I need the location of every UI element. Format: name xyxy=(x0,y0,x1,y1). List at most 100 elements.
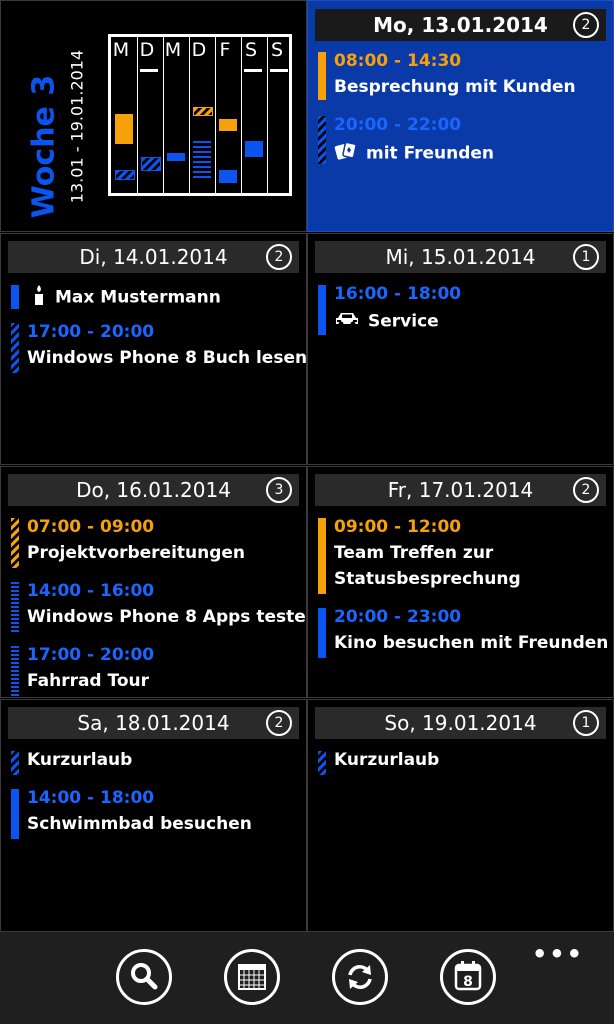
event-title: Kurzurlaub xyxy=(334,750,440,770)
event-time: 16:00 - 18:00 xyxy=(334,284,462,304)
weekday-letter: F xyxy=(219,39,231,61)
search-icon xyxy=(131,963,158,990)
sync-icon xyxy=(348,965,372,989)
day-header: Mo, 13.01.2014 2 xyxy=(315,9,606,41)
mini-event xyxy=(193,107,213,116)
event-item[interactable]: 20:00 - 22:00 mit Freunden xyxy=(318,113,607,169)
today-number: 8 xyxy=(463,974,473,990)
weekday-letter: D xyxy=(139,39,155,61)
event-title: Projektvorbereitungen xyxy=(27,543,246,563)
event-item[interactable]: 17:00 - 20:00 Windows Phone 8 Buch lesen xyxy=(11,320,307,376)
event-time: 14:00 - 16:00 xyxy=(27,581,155,601)
mini-event xyxy=(167,153,185,161)
mini-marker xyxy=(140,69,158,72)
mini-marker xyxy=(244,69,262,72)
day-tile-saturday[interactable]: Sa, 18.01.2014 2 Kurzurlaub 14:00 - 18:0… xyxy=(0,699,307,932)
event-title: Besprechung mit Kunden xyxy=(334,77,576,97)
event-title: mit Freunden xyxy=(366,143,495,164)
event-color-bar xyxy=(318,751,326,775)
day-header: So, 19.01.2014 1 xyxy=(315,707,606,739)
event-item[interactable]: 09:00 - 12:00 Team Treffen zur Statusbes… xyxy=(318,515,607,597)
app-bar: 8 ••• xyxy=(0,932,614,1024)
day-title: Fr, 17.01.2014 xyxy=(387,478,534,502)
event-color-bar xyxy=(11,646,19,696)
event-count-badge: 1 xyxy=(573,710,599,736)
event-item[interactable]: Max Mustermann xyxy=(11,282,300,312)
today-button[interactable]: 8 xyxy=(440,949,496,1005)
event-color-bar xyxy=(318,518,326,594)
search-button[interactable] xyxy=(116,949,172,1005)
mini-event xyxy=(115,114,133,144)
day-tile-tuesday[interactable]: Di, 14.01.2014 2 Max Mustermann 17:00 - … xyxy=(0,233,307,465)
week-tile[interactable]: Woche 3 13.01 - 19.01.2014 M D M D F S S xyxy=(0,0,307,232)
today-calendar-icon: 8 xyxy=(454,961,482,991)
event-item[interactable]: 17:00 - 20:00 Fahrrad Tour xyxy=(11,643,300,699)
event-count-badge: 1 xyxy=(573,244,599,270)
mini-event xyxy=(245,141,263,157)
event-time: 20:00 - 22:00 xyxy=(334,115,462,135)
day-tile-sunday[interactable]: So, 19.01.2014 1 Kurzurlaub xyxy=(307,699,614,932)
event-color-bar xyxy=(11,323,19,373)
day-tile-monday[interactable]: Mo, 13.01.2014 2 08:00 - 14:30 Besprechu… xyxy=(307,0,614,232)
event-title: Windows Phone 8 Buch lesen xyxy=(27,348,308,368)
event-color-bar xyxy=(11,285,19,309)
day-title: Sa, 18.01.2014 xyxy=(77,711,230,735)
event-title: Windows Phone 8 Apps testen xyxy=(27,607,318,627)
day-header: Mi, 15.01.2014 1 xyxy=(315,241,606,273)
event-item[interactable]: 14:00 - 18:00 Schwimmbad besuchen xyxy=(11,786,300,842)
weekday-letter: D xyxy=(191,39,207,61)
playing-cards-icon xyxy=(334,141,358,166)
event-item[interactable]: Kurzurlaub xyxy=(11,748,300,778)
event-item[interactable]: 07:00 - 09:00 Projektvorbereitungen xyxy=(11,515,300,571)
day-title: Mi, 15.01.2014 xyxy=(385,245,536,269)
event-count-badge: 2 xyxy=(266,710,292,736)
event-item[interactable]: 08:00 - 14:30 Besprechung mit Kunden xyxy=(318,49,607,105)
event-color-bar xyxy=(11,582,19,632)
month-view-button[interactable] xyxy=(224,949,280,1005)
event-title-line2: Statusbesprechung xyxy=(334,569,521,589)
weekday-letter: M xyxy=(164,39,182,61)
day-title: Di, 14.01.2014 xyxy=(79,245,228,269)
event-title: Service xyxy=(368,311,439,332)
sync-button[interactable] xyxy=(332,949,388,1005)
event-color-bar xyxy=(318,608,326,658)
mini-event xyxy=(115,170,135,180)
event-item[interactable]: 14:00 - 16:00 Windows Phone 8 Apps teste… xyxy=(11,579,318,635)
event-title: Schwimmbad besuchen xyxy=(27,814,252,834)
day-title: So, 19.01.2014 xyxy=(384,711,537,735)
event-item[interactable]: Kurzurlaub xyxy=(318,748,607,778)
weekday-letter: S xyxy=(244,39,258,61)
day-tile-friday[interactable]: Fr, 17.01.2014 2 09:00 - 12:00 Team Tref… xyxy=(307,466,614,698)
day-header: Do, 16.01.2014 3 xyxy=(8,474,299,506)
mini-event xyxy=(193,140,211,178)
event-count-badge: 2 xyxy=(573,477,599,503)
month-calendar-icon xyxy=(238,964,266,990)
day-header: Fr, 17.01.2014 2 xyxy=(315,474,606,506)
event-time: 09:00 - 12:00 xyxy=(334,517,462,537)
event-item[interactable]: 16:00 - 18:00 Service xyxy=(318,282,607,338)
event-time: 17:00 - 20:00 xyxy=(27,645,155,665)
week-label: Woche 3 xyxy=(26,74,62,219)
event-color-bar xyxy=(318,285,326,335)
weekday-letter: S xyxy=(270,39,284,61)
more-options-button[interactable]: ••• xyxy=(532,940,584,968)
event-title: Team Treffen zur xyxy=(334,543,494,563)
event-color-bar xyxy=(11,518,19,568)
event-color-bar xyxy=(11,751,19,775)
day-tile-wednesday[interactable]: Mi, 15.01.2014 1 16:00 - 18:00 Service xyxy=(307,233,614,465)
event-time: 14:00 - 18:00 xyxy=(27,788,155,808)
event-color-bar xyxy=(11,789,19,839)
week-range: 13.01 - 19.01.2014 xyxy=(67,49,87,204)
event-time: 07:00 - 09:00 xyxy=(27,517,155,537)
mini-event xyxy=(141,157,161,171)
day-tile-thursday[interactable]: Do, 16.01.2014 3 07:00 - 09:00 Projektvo… xyxy=(0,466,318,699)
event-color-bar xyxy=(318,116,326,164)
event-item[interactable]: 20:00 - 23:00 Kino besuchen mit Freunden xyxy=(318,605,609,661)
event-title: Max Mustermann xyxy=(55,287,221,308)
day-header: Sa, 18.01.2014 2 xyxy=(8,707,299,739)
event-title: Kino besuchen mit Freunden xyxy=(334,633,609,653)
weekday-letter: M xyxy=(112,39,130,61)
event-time: 17:00 - 20:00 xyxy=(27,322,155,342)
event-time: 20:00 - 23:00 xyxy=(334,607,462,627)
day-title: Mo, 13.01.2014 xyxy=(373,13,548,37)
